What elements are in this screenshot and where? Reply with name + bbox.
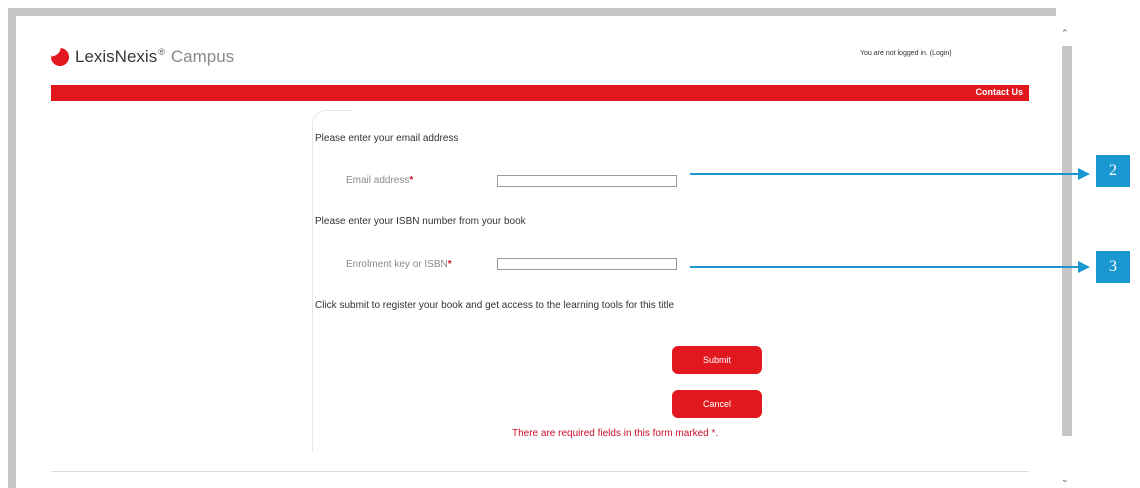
arrow-right-icon xyxy=(1078,168,1090,180)
brand-mark: ® xyxy=(158,47,165,57)
isbn-required-marker: * xyxy=(447,259,452,270)
login-link[interactable]: You are not logged in. (Login) xyxy=(860,50,952,57)
scrollbar-thumb[interactable] xyxy=(1062,46,1072,436)
lexisnexis-logo-icon xyxy=(51,48,69,66)
nav-bar: Contact Us xyxy=(51,85,1029,101)
chevron-up-icon[interactable]: ⌃ xyxy=(1061,28,1069,39)
isbn-heading: Please enter your ISBN number from your … xyxy=(315,216,526,227)
contact-us-link[interactable]: Contact Us xyxy=(975,87,1023,97)
email-required-marker: * xyxy=(409,175,414,186)
form-panel-border xyxy=(312,110,353,451)
email-label: Email address* xyxy=(346,175,414,186)
email-field[interactable] xyxy=(497,175,677,187)
isbn-label: Enrolment key or ISBN* xyxy=(346,259,452,270)
isbn-field[interactable] xyxy=(497,258,677,270)
callout-2-line xyxy=(690,173,1084,175)
chevron-down-icon[interactable]: ⌄ xyxy=(1061,474,1069,485)
logo[interactable]: LexisNexis® Campus xyxy=(51,47,234,67)
brand-name: LexisNexis® xyxy=(75,47,165,66)
callout-2-badge: 2 xyxy=(1096,155,1130,187)
product-name: Campus xyxy=(170,47,235,66)
callout-3-line xyxy=(690,266,1084,268)
footer-divider xyxy=(51,471,1029,472)
email-heading: Please enter your email address xyxy=(315,133,459,144)
window-frame-top xyxy=(8,8,1056,16)
required-fields-error: There are required fields in this form m… xyxy=(512,428,719,439)
submit-button[interactable]: Submit xyxy=(672,346,762,374)
window-frame-left xyxy=(8,8,16,488)
arrow-right-icon xyxy=(1078,261,1090,273)
callout-3-badge: 3 xyxy=(1096,251,1130,283)
submit-instruction: Click submit to register your book and g… xyxy=(315,300,675,311)
cancel-button[interactable]: Cancel xyxy=(672,390,762,418)
